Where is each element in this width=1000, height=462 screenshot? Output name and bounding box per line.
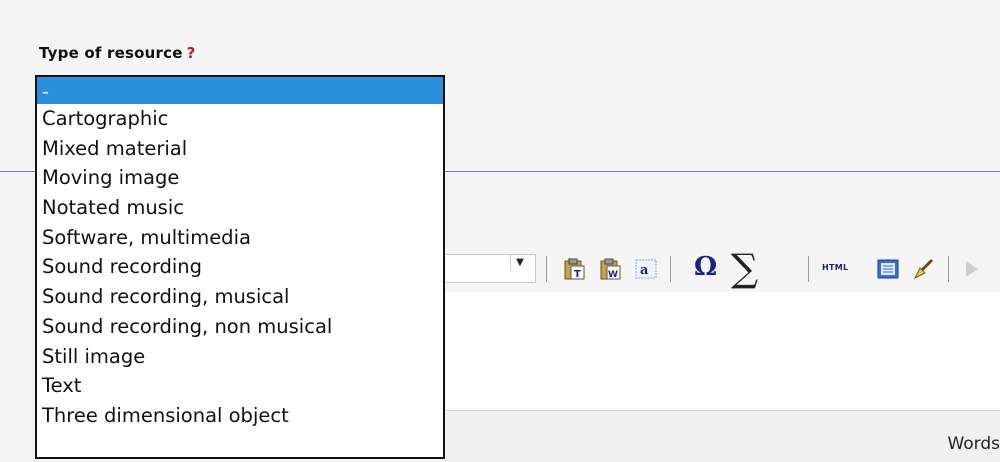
resource-type-dropdown[interactable]: - Cartographic Mixed material Moving ima… bbox=[35, 75, 445, 459]
special-char-omega-icon[interactable]: Ω bbox=[694, 252, 717, 282]
field-label: Type of resource? bbox=[39, 44, 195, 62]
dropdown-option[interactable]: - bbox=[37, 77, 443, 104]
field-label-text: Type of resource bbox=[39, 44, 183, 62]
dropdown-option[interactable]: Sound recording, musical bbox=[37, 282, 443, 312]
dropdown-option[interactable]: Cartographic bbox=[37, 104, 443, 134]
dropdown-option[interactable]: Mixed material bbox=[37, 134, 443, 164]
page: Type of resource? ▼ T W a Ω ∑ HTML Words… bbox=[0, 0, 1000, 462]
editor-toolbar: ▼ T W a Ω ∑ HTML bbox=[446, 246, 1000, 292]
dropdown-option[interactable]: Still image bbox=[37, 342, 443, 372]
editor-content-area[interactable] bbox=[446, 292, 1000, 410]
dropdown-option[interactable]: Notated music bbox=[37, 193, 443, 223]
math-sigma-icon[interactable]: ∑ bbox=[731, 246, 758, 290]
help-question-icon[interactable]: ? bbox=[187, 44, 196, 62]
toolbar-separator bbox=[808, 256, 809, 282]
html-source-icon[interactable]: HTML bbox=[822, 263, 848, 272]
spellcheck-icon[interactable]: a bbox=[634, 257, 658, 281]
clean-format-icon[interactable] bbox=[912, 257, 936, 281]
dropdown-option[interactable]: Sound recording bbox=[37, 252, 443, 282]
editor-status-bar: Words bbox=[446, 410, 1000, 462]
template-icon[interactable] bbox=[876, 257, 900, 281]
paste-word-icon[interactable]: W bbox=[598, 257, 622, 281]
dropdown-option[interactable]: Moving image bbox=[37, 163, 443, 193]
chevron-down-icon[interactable]: ▼ bbox=[510, 254, 529, 271]
word-count-label: Words bbox=[947, 434, 1000, 454]
dropdown-option[interactable]: Software, multimedia bbox=[37, 223, 443, 253]
dropdown-option[interactable]: Text bbox=[37, 371, 443, 401]
paste-text-icon[interactable]: T bbox=[562, 257, 586, 281]
toolbar-separator bbox=[546, 256, 547, 282]
dropdown-option[interactable]: Sound recording, non musical bbox=[37, 312, 443, 342]
svg-text:T: T bbox=[574, 269, 581, 280]
dropdown-option[interactable]: Three dimensional object bbox=[37, 401, 443, 431]
toolbar-separator bbox=[948, 256, 949, 282]
svg-text:W: W bbox=[608, 270, 618, 280]
svg-text:a: a bbox=[640, 263, 649, 278]
play-icon[interactable] bbox=[960, 257, 984, 281]
toolbar-separator bbox=[670, 256, 671, 282]
